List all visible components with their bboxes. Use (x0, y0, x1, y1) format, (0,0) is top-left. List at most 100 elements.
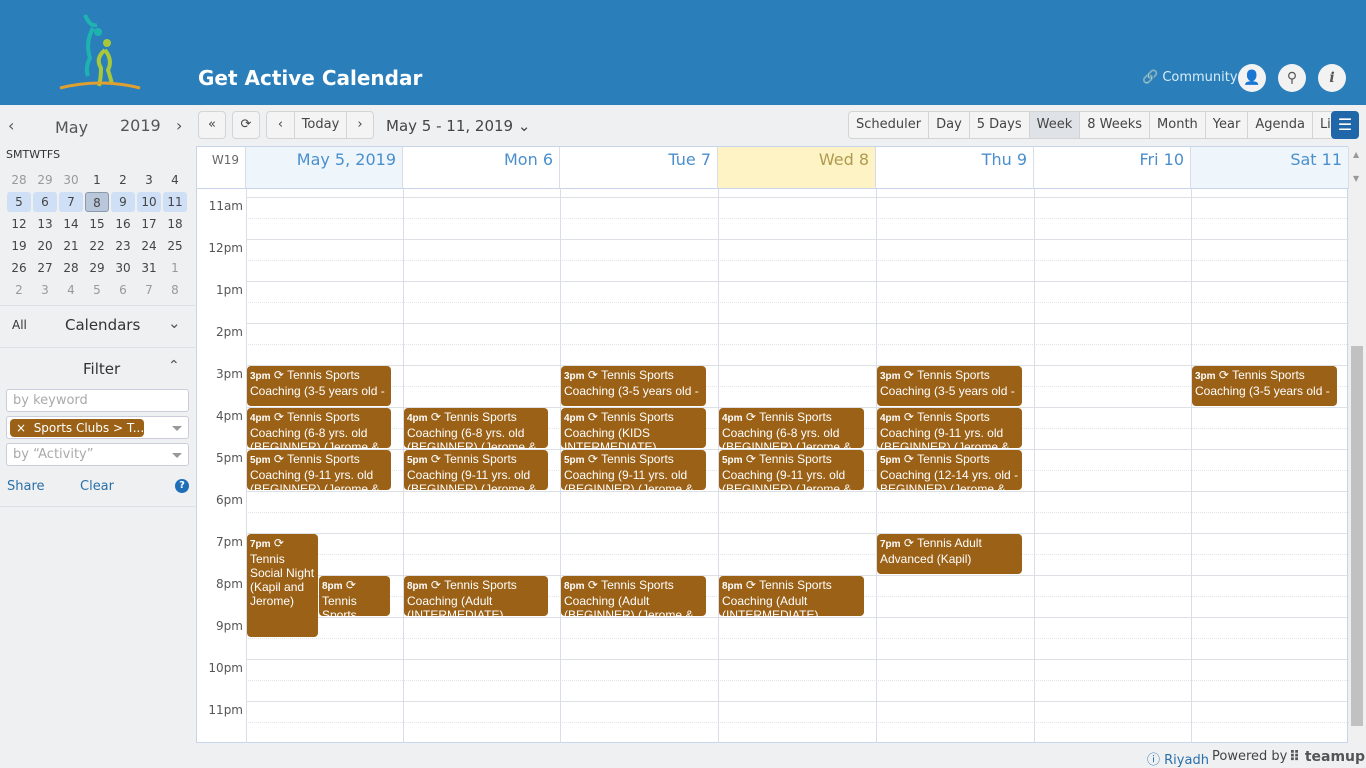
view-year[interactable]: Year (1206, 112, 1249, 138)
mini-cal-day[interactable]: 23 (110, 236, 136, 256)
day-header[interactable]: Fri 10 (1034, 147, 1191, 189)
mini-cal-day[interactable]: 18 (162, 214, 188, 234)
collapse-sidebar-button[interactable]: « (198, 111, 226, 139)
mini-cal-day[interactable]: 4 (58, 280, 84, 300)
event[interactable]: 8pm ⟳ Tennis Sports Coaching (Adult (INT… (404, 576, 548, 616)
menu-icon[interactable]: ☰ (1331, 111, 1359, 139)
prev-month-button[interactable]: ‹ (8, 116, 14, 135)
mini-cal-day[interactable]: 29 (32, 170, 58, 190)
mini-cal-day[interactable]: 7 (136, 280, 162, 300)
keyword-filter-input[interactable]: by keyword (6, 389, 189, 412)
mini-cal-day[interactable]: 28 (6, 170, 32, 190)
event[interactable]: 8pm ⟳ Tennis Sports (319, 576, 390, 616)
mini-cal-day[interactable]: 5 (7, 192, 31, 212)
mini-cal-day[interactable]: 20 (32, 236, 58, 256)
mini-cal-day[interactable]: 8 (85, 192, 109, 212)
clear-link[interactable]: Clear (80, 479, 114, 494)
view-week[interactable]: Week (1029, 112, 1081, 138)
mini-cal-day[interactable]: 17 (136, 214, 162, 234)
mini-cal-day[interactable]: 4 (162, 170, 188, 190)
community-link[interactable]: 🔗 Community (1142, 70, 1238, 85)
day-header[interactable]: May 5, 2019 (246, 147, 403, 189)
view-8-weeks[interactable]: 8 Weeks (1080, 112, 1151, 138)
event[interactable]: 5pm ⟳ Tennis Sports Coaching (12-14 yrs.… (877, 450, 1022, 490)
all-calendars-link[interactable]: All (12, 318, 27, 332)
activity-filter-select[interactable]: by “Activity” (6, 443, 189, 466)
mini-cal-day[interactable]: 31 (136, 258, 162, 278)
timezone-link[interactable]: ⓘ Riyadh (1147, 749, 1209, 768)
event[interactable]: 3pm ⟳ Tennis Sports Coaching (3-5 years … (247, 366, 391, 406)
day-header[interactable]: Thu 9 (876, 147, 1034, 189)
mini-cal-day[interactable]: 15 (84, 214, 110, 234)
event[interactable]: 7pm ⟳ Tennis Adult Advanced (Kapil) (877, 534, 1022, 574)
info-icon[interactable]: i (1318, 64, 1346, 92)
scrollbar-thumb[interactable] (1351, 346, 1363, 726)
view-day[interactable]: Day (929, 112, 970, 138)
next-month-button[interactable]: › (176, 116, 182, 135)
event[interactable]: 7pm ⟳ Tennis Social Night (Kapil and Jer… (247, 534, 318, 637)
date-range-picker[interactable]: May 5 - 11, 2019 ⌄ (386, 117, 530, 135)
mini-cal-day[interactable]: 30 (110, 258, 136, 278)
mini-cal-day[interactable]: 12 (6, 214, 32, 234)
event[interactable]: 4pm ⟳ Tennis Sports Coaching (KIDS INTER… (561, 408, 706, 448)
mini-cal-day[interactable]: 8 (162, 280, 188, 300)
mini-cal-day[interactable]: 2 (6, 280, 32, 300)
view-agenda[interactable]: Agenda (1248, 112, 1313, 138)
event[interactable]: 8pm ⟳ Tennis Sports Coaching (Adult (BEG… (561, 576, 706, 616)
search-icon[interactable]: ⚲ (1278, 64, 1306, 92)
event[interactable]: 5pm ⟳ Tennis Sports Coaching (9-11 yrs. … (561, 450, 706, 490)
day-header[interactable]: Wed 8 (718, 147, 876, 189)
event[interactable]: 4pm ⟳ Tennis Sports Coaching (6-8 yrs. o… (247, 408, 391, 448)
chevron-down-icon[interactable]: ⌄ (168, 314, 181, 332)
mini-cal-day[interactable]: 25 (162, 236, 188, 256)
event[interactable]: 4pm ⟳ Tennis Sports Coaching (6-8 yrs. o… (404, 408, 548, 448)
mini-cal-day[interactable]: 21 (58, 236, 84, 256)
event[interactable]: 4pm ⟳ Tennis Sports Coaching (6-8 yrs. o… (719, 408, 864, 448)
event[interactable]: 3pm ⟳ Tennis Sports Coaching (3-5 years … (1192, 366, 1337, 406)
mini-cal-day[interactable]: 28 (58, 258, 84, 278)
day-header[interactable]: Sat 11 (1191, 147, 1349, 189)
mini-cal-day[interactable]: 30 (58, 170, 84, 190)
mini-cal-day[interactable]: 1 (162, 258, 188, 278)
filter-tag[interactable]: × Sports Clubs > T... (10, 419, 144, 437)
mini-cal-day[interactable]: 1 (84, 170, 110, 190)
mini-cal-day[interactable]: 2 (110, 170, 136, 190)
next-button[interactable]: › (347, 112, 373, 138)
mini-cal-day[interactable]: 24 (136, 236, 162, 256)
event[interactable]: 5pm ⟳ Tennis Sports Coaching (9-11 yrs. … (719, 450, 864, 490)
mini-cal-day[interactable]: 3 (136, 170, 162, 190)
day-header[interactable]: Mon 6 (403, 147, 560, 189)
mini-cal-day[interactable]: 6 (33, 192, 57, 212)
mini-cal-day[interactable]: 6 (110, 280, 136, 300)
event[interactable]: 4pm ⟳ Tennis Sports Coaching (9-11 yrs. … (877, 408, 1022, 448)
event[interactable]: 5pm ⟳ Tennis Sports Coaching (9-11 yrs. … (247, 450, 391, 490)
event[interactable]: 3pm ⟳ Tennis Sports Coaching (3-5 years … (561, 366, 706, 406)
day-header[interactable]: Tue 7 (560, 147, 718, 189)
help-icon[interactable]: ? (175, 479, 189, 493)
calendars-section[interactable]: All Calendars ⌄ (0, 305, 195, 347)
chevron-up-icon[interactable]: ⌃ (168, 358, 180, 374)
view-month[interactable]: Month (1150, 112, 1206, 138)
today-button[interactable]: Today (295, 112, 347, 138)
event[interactable]: 3pm ⟳ Tennis Sports Coaching (3-5 years … (877, 366, 1022, 406)
mini-cal-day[interactable]: 11 (163, 192, 187, 212)
mini-cal-day[interactable]: 27 (32, 258, 58, 278)
user-icon[interactable]: 👤 (1238, 64, 1266, 92)
mini-cal-day[interactable]: 19 (6, 236, 32, 256)
mini-cal-day[interactable]: 16 (110, 214, 136, 234)
mini-cal-day[interactable]: 29 (84, 258, 110, 278)
mini-cal-day[interactable]: 13 (32, 214, 58, 234)
view-scheduler[interactable]: Scheduler (849, 112, 930, 138)
mini-cal-day[interactable]: 5 (84, 280, 110, 300)
mini-cal-day[interactable]: 9 (111, 192, 135, 212)
mini-cal-day[interactable]: 7 (59, 192, 83, 212)
event[interactable]: 8pm ⟳ Tennis Sports Coaching (Adult (INT… (719, 576, 864, 616)
mini-cal-day[interactable]: 22 (84, 236, 110, 256)
event[interactable]: 5pm ⟳ Tennis Sports Coaching (9-11 yrs. … (404, 450, 548, 490)
teamup-logo[interactable]: ⠿ teamup (1289, 749, 1365, 765)
calendar-filter-select[interactable]: × Sports Clubs > T... (6, 416, 189, 439)
mini-cal-day[interactable]: 26 (6, 258, 32, 278)
share-link[interactable]: Share (7, 479, 45, 494)
mini-cal-day[interactable]: 10 (137, 192, 161, 212)
prev-button[interactable]: ‹ (267, 112, 295, 138)
